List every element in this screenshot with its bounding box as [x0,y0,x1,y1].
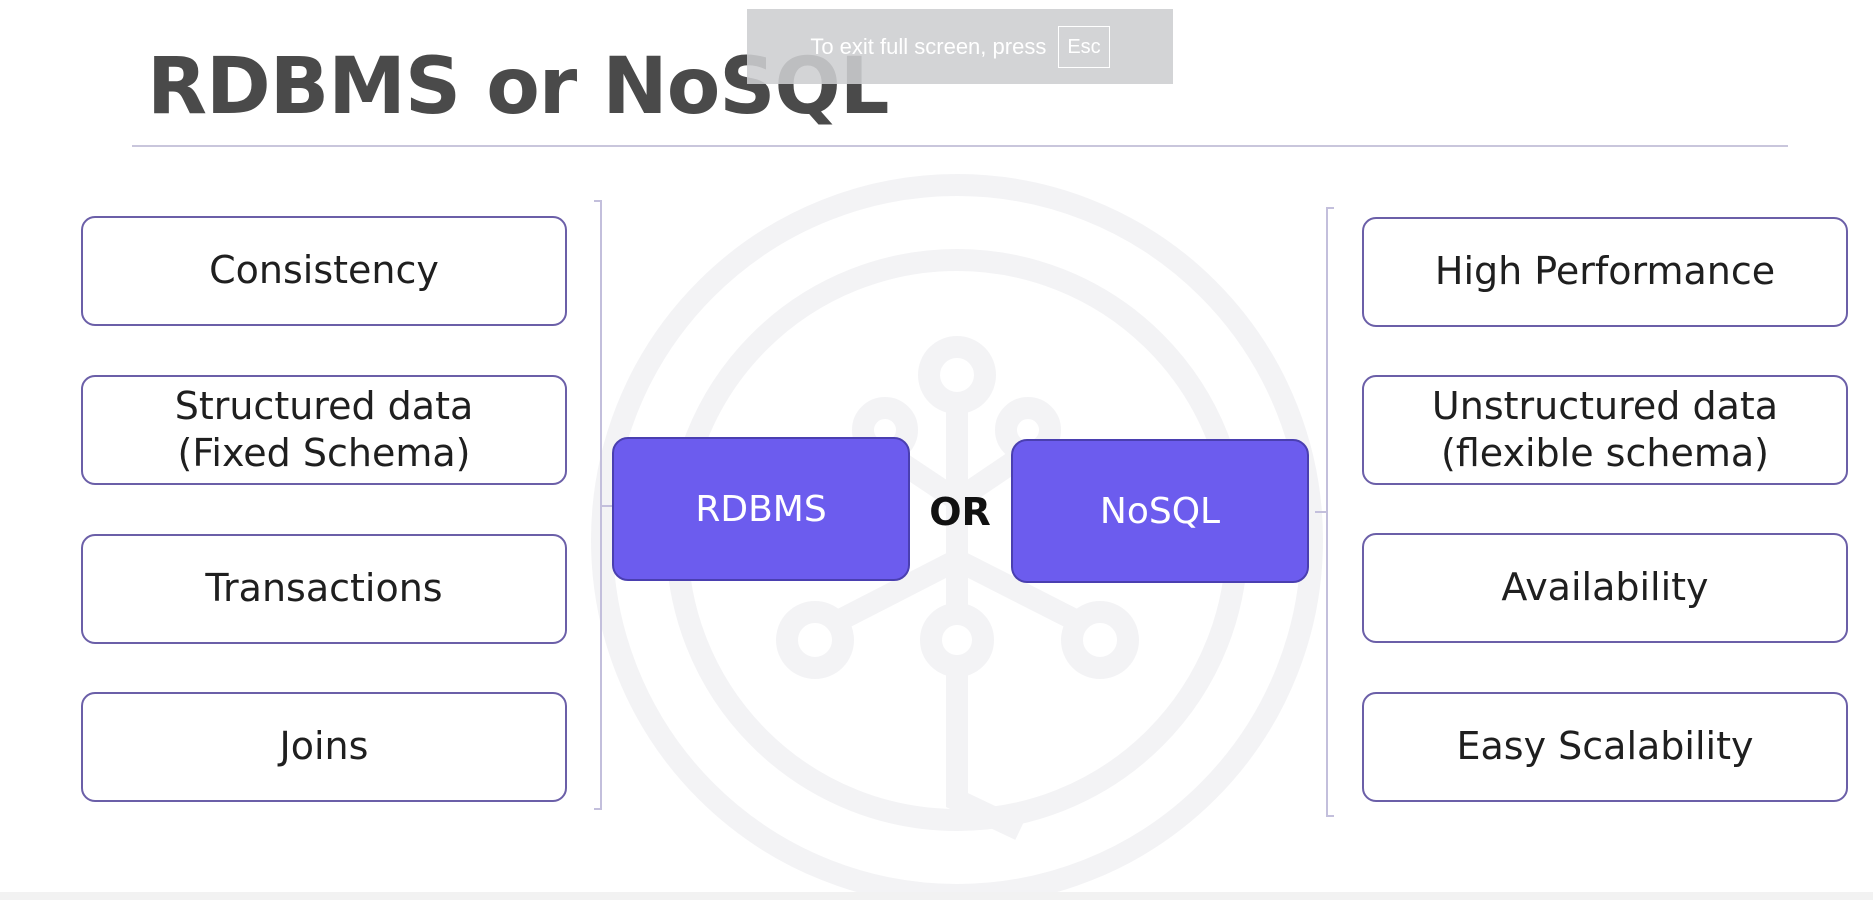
rdbms-box: RDBMS [612,437,910,581]
bottom-edge-strip [0,892,1873,900]
rdbms-trait-joins: Joins [81,692,567,802]
rdbms-trait-transactions: Transactions [81,534,567,644]
fullscreen-notice-text: To exit full screen, press [810,33,1047,59]
nosql-trait-high-performance: High Performance [1362,217,1848,327]
nosql-bracket [1326,207,1334,817]
nosql-trait-availability: Availability [1362,533,1848,643]
title-divider [132,145,1788,147]
rdbms-trait-consistency: Consistency [81,216,567,326]
nosql-trait-unstructured-data: Unstructured data (flexible schema) [1362,375,1848,485]
nosql-trait-easy-scalability: Easy Scalability [1362,692,1848,802]
slide-canvas: RDBMS or NoSQL Consistency Structured da… [0,0,1873,900]
rdbms-trait-structured-data: Structured data (Fixed Schema) [81,375,567,485]
esc-key-badge: Esc [1058,25,1110,68]
fullscreen-exit-notice: To exit full screen, press Esc [747,9,1173,84]
or-connector: OR [929,490,991,534]
nosql-box: NoSQL [1011,439,1309,583]
nosql-bracket-tick [1315,511,1327,513]
